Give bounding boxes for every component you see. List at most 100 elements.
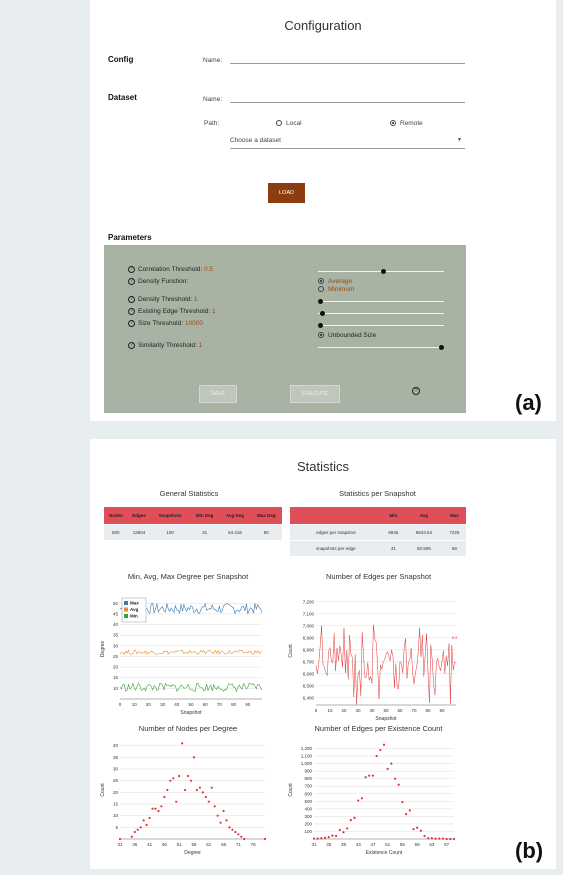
slider-handle[interactable] bbox=[318, 299, 323, 304]
correlation-slider[interactable] bbox=[318, 269, 444, 274]
data-point bbox=[401, 800, 404, 804]
y-tick-label: 40 bbox=[113, 743, 119, 748]
data-point bbox=[397, 783, 400, 786]
local-radio[interactable]: Local bbox=[276, 120, 302, 127]
density-threshold-label: ? Density Threshold: 1 bbox=[128, 296, 198, 303]
general-statistics-title: General Statistics bbox=[159, 489, 219, 498]
y-tick-label: 15 bbox=[113, 802, 119, 807]
data-point bbox=[118, 837, 122, 841]
data-point bbox=[166, 788, 169, 792]
unbounded-size-radio[interactable]: Unbounded Size bbox=[318, 332, 376, 339]
x-tick-label: 50 bbox=[188, 702, 194, 707]
y-tick-label: 20 bbox=[113, 665, 119, 670]
slider-handle[interactable] bbox=[318, 323, 323, 328]
size-slider[interactable] bbox=[318, 323, 444, 328]
data-point bbox=[353, 816, 356, 819]
chevron-down-icon[interactable]: ▼ bbox=[457, 137, 462, 143]
table-cell: 80 bbox=[250, 523, 282, 540]
x-tick-label: 70 bbox=[217, 702, 223, 707]
data-point bbox=[335, 834, 338, 838]
general-statistics-table: Nodes Edges Snapshots Min Deg Avg Deg Max Deg… bbox=[104, 507, 282, 540]
panel-label-b: (b) bbox=[515, 838, 544, 863]
x-tick-label: 46 bbox=[162, 842, 168, 847]
data-point bbox=[360, 797, 363, 800]
x-axis-label: Snapshot bbox=[180, 710, 202, 716]
data-point bbox=[405, 813, 408, 816]
statistics-panel: Statistics General Statistics Statistics… bbox=[90, 439, 556, 869]
y-tick-label: 6,800 bbox=[303, 647, 315, 652]
help-icon: ? bbox=[128, 266, 135, 273]
minimum-radio[interactable]: Minimum bbox=[318, 286, 354, 293]
x-tick-label: 80 bbox=[425, 708, 431, 713]
load-button[interactable]: LOAD bbox=[268, 183, 305, 203]
data-point bbox=[186, 774, 190, 778]
slider-handle[interactable] bbox=[320, 311, 326, 316]
x-tick-label: 66 bbox=[221, 842, 227, 847]
y-tick-label: 30 bbox=[113, 643, 119, 648]
edges-chart: Number of Edges per Snapshot 6,400 6,500 6,… bbox=[288, 572, 458, 722]
data-point bbox=[419, 829, 422, 832]
x-tick-label: 40 bbox=[174, 702, 180, 707]
data-point bbox=[412, 828, 415, 831]
chart-title: Min, Avg, Max Degree per Snapshot bbox=[128, 572, 249, 581]
x-tick-label: 76 bbox=[251, 842, 257, 847]
x-tick-label: 59 bbox=[415, 842, 421, 847]
data-point bbox=[204, 795, 207, 799]
data-point bbox=[151, 807, 154, 810]
similarity-threshold-label: ? Similarity Threshold: 1 bbox=[128, 342, 202, 349]
nodes-per-degree-chart: Number of Nodes per Degree 5 10 15 20 25 30 35 4… bbox=[100, 724, 267, 856]
panel-label-a: (a) bbox=[515, 390, 542, 415]
x-tick-label: 90 bbox=[439, 708, 445, 713]
table-cell: 100 bbox=[150, 523, 190, 540]
x-tick-label: 70 bbox=[411, 708, 417, 713]
y-tick-label: 30 bbox=[113, 767, 119, 772]
data-point bbox=[240, 835, 243, 838]
y-tick-label: 600 bbox=[304, 791, 312, 796]
existing-edge-slider[interactable] bbox=[318, 311, 444, 316]
table-cell: 500 bbox=[104, 523, 128, 540]
data-point bbox=[434, 837, 437, 840]
config-name-input[interactable] bbox=[230, 63, 465, 64]
data-point bbox=[243, 837, 246, 841]
table-header-cell: Max Deg bbox=[250, 507, 282, 524]
data-point bbox=[312, 837, 316, 840]
execute-button[interactable]: EXECUTE bbox=[290, 385, 340, 403]
table-cell: 6845 bbox=[381, 523, 405, 540]
dataset-section-label: Dataset bbox=[108, 93, 137, 102]
data-point bbox=[195, 788, 199, 792]
data-point bbox=[263, 837, 267, 841]
data-point bbox=[427, 837, 430, 840]
x-tick-label: 0 bbox=[315, 708, 318, 713]
dataset-select[interactable]: Choose a dataset bbox=[230, 137, 281, 144]
y-tick-label: 500 bbox=[304, 799, 312, 804]
table-cell: snapshots per edge bbox=[290, 539, 382, 556]
average-radio[interactable]: Average bbox=[318, 278, 352, 285]
y-tick-label: 50 bbox=[113, 601, 119, 606]
legend-swatch bbox=[124, 601, 128, 605]
save-button[interactable]: SAVE bbox=[199, 385, 237, 403]
chart-title: Number of Edges per Snapshot bbox=[326, 572, 432, 581]
x-tick-label: 10 bbox=[327, 708, 333, 713]
slider-handle[interactable] bbox=[439, 345, 444, 350]
data-point bbox=[201, 791, 204, 794]
dataset-name-input[interactable] bbox=[230, 102, 465, 103]
table-header-cell: Min Deg bbox=[189, 507, 220, 524]
table-cell: edges per snapshot bbox=[290, 523, 382, 540]
data-point bbox=[357, 799, 360, 802]
data-point bbox=[237, 833, 240, 836]
path-label: Path: bbox=[204, 120, 220, 127]
x-tick-label: 20 bbox=[146, 702, 152, 707]
data-point bbox=[184, 788, 187, 792]
slider-handle[interactable] bbox=[380, 269, 386, 274]
remote-radio[interactable]: Remote bbox=[390, 120, 423, 127]
x-tick-label: 71 bbox=[236, 842, 242, 847]
radio-icon bbox=[318, 286, 324, 293]
data-point bbox=[228, 826, 231, 829]
x-tick-label: 51 bbox=[177, 842, 183, 847]
x-tick-label: 40 bbox=[369, 708, 375, 713]
density-slider[interactable] bbox=[318, 299, 444, 304]
help-icon[interactable]: ? bbox=[412, 387, 420, 395]
data-point bbox=[192, 756, 196, 759]
similarity-slider[interactable] bbox=[318, 345, 444, 350]
series-line bbox=[315, 624, 457, 705]
